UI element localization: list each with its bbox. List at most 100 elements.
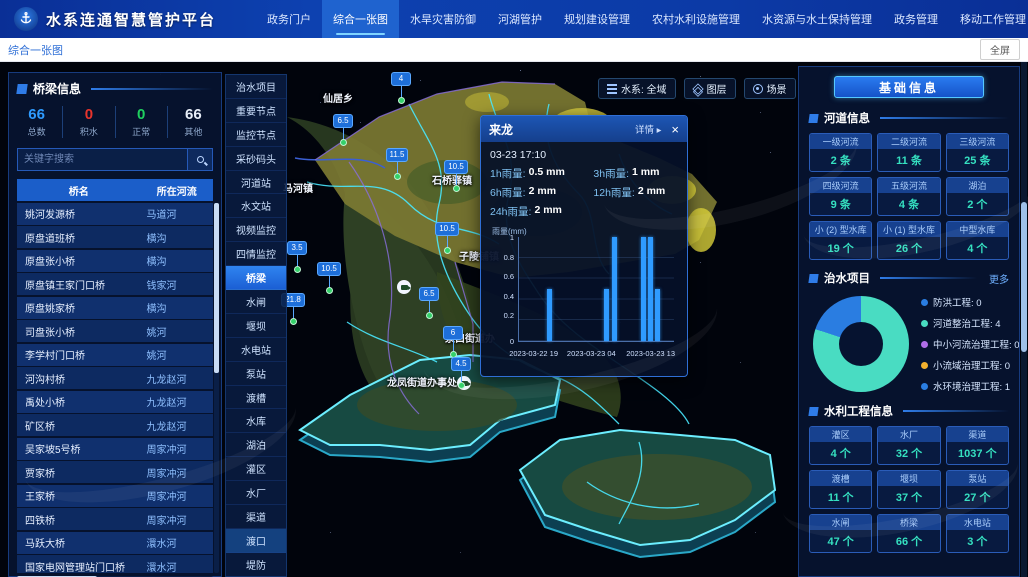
table-row[interactable]: 王家桥周家冲河 xyxy=(17,485,213,507)
layer-item-hydropower[interactable]: 水电站 xyxy=(226,338,286,362)
bridge-info-panel: 桥梁信息 66总数 0积水 0正常 66其他 桥名 所在河流 姚河发源桥马道河 xyxy=(8,72,222,577)
popup-detail-link[interactable]: 详情 ▸ xyxy=(635,122,661,136)
chart-bar xyxy=(604,289,609,341)
layer-item-sluice[interactable]: 水闸 xyxy=(226,290,286,314)
nav-item-river-care[interactable]: 河湖管护 xyxy=(487,0,553,38)
layer-item-hydro-station[interactable]: 水文站 xyxy=(226,194,286,218)
search-bar xyxy=(17,148,213,171)
layer-item-bridge[interactable]: 桥梁 xyxy=(226,266,286,290)
layer-item-monitor-nodes[interactable]: 监控节点 xyxy=(226,123,286,147)
table-row[interactable]: 马跃大桥澴水河 xyxy=(17,532,213,554)
layer-item-pump[interactable]: 泵站 xyxy=(226,362,286,386)
layer-item-condition[interactable]: 四情监控 xyxy=(226,242,286,266)
basic-info-button[interactable]: 基础信息 xyxy=(834,76,984,98)
table-row[interactable]: 司盘张小桥姚河 xyxy=(17,320,213,342)
station-dot-icon xyxy=(326,287,333,294)
more-link[interactable]: 更多 xyxy=(989,271,1009,286)
table-row[interactable]: 姚河发源桥马道河 xyxy=(17,203,213,225)
search-button[interactable] xyxy=(187,148,213,171)
nav-item-portal[interactable]: 政务门户 xyxy=(256,0,322,38)
layer-item-weir[interactable]: 堰坝 xyxy=(226,314,286,338)
info-card: 四级河流9 条 xyxy=(809,177,872,216)
station-marker[interactable]: 6.5 xyxy=(329,110,357,146)
layer-item-dike[interactable]: 堤防 xyxy=(226,553,286,577)
table-row[interactable]: 李学村门口桥姚河 xyxy=(17,344,213,366)
nav-item-planning[interactable]: 规划建设管理 xyxy=(553,0,641,38)
layer-item-video[interactable]: 视频监控 xyxy=(226,218,286,242)
scrollbar-thumb[interactable] xyxy=(214,203,219,373)
layers-icon xyxy=(692,83,703,94)
layer-item-irrigation[interactable]: 灌区 xyxy=(226,457,286,481)
info-card: 一级河流2 条 xyxy=(809,133,872,172)
section-marker-icon xyxy=(16,84,27,94)
window-scrollbar[interactable] xyxy=(1021,62,1027,577)
layer-item-channel[interactable]: 渠道 xyxy=(226,505,286,529)
fullscreen-button[interactable]: 全屏 xyxy=(980,39,1020,60)
layer-item-reservoir[interactable]: 水库 xyxy=(226,409,286,433)
nav-item-flood[interactable]: 水旱灾害防御 xyxy=(399,0,487,38)
breadcrumb[interactable]: 综合一张图 xyxy=(8,42,63,58)
table-row[interactable]: 原盘张小桥横沟 xyxy=(17,250,213,272)
layer-item-aqueduct[interactable]: 渡槽 xyxy=(226,386,286,410)
starfield-background xyxy=(0,62,1,63)
nav-item-one-map[interactable]: 综合一张图 xyxy=(322,0,399,38)
station-marker[interactable]: 10.5 xyxy=(442,156,470,192)
rainfall-stats: 1h雨量:0.5 mm 3h雨量:1 mm 6h雨量:2 mm 12h雨量:2 … xyxy=(490,166,678,219)
town-label: 仙居乡 xyxy=(323,90,353,105)
table-row[interactable]: 矿区桥九龙赵河 xyxy=(17,414,213,436)
water-system-selector[interactable]: 水系: 全域 xyxy=(598,78,676,99)
water-projects-header: 治水项目 更多 xyxy=(799,262,1019,291)
legend-item: 防洪工程: 0 xyxy=(921,295,1020,309)
layers-button[interactable]: 图层 xyxy=(684,78,736,99)
nav-item-water-resource[interactable]: 水资源与水土保持管理 xyxy=(751,0,883,38)
table-header: 桥名 所在河流 xyxy=(17,179,213,201)
table-scrollbar[interactable] xyxy=(214,203,219,573)
station-dot-icon xyxy=(394,173,401,180)
water-works-header: 水利工程信息 xyxy=(799,395,1019,424)
chart-bar xyxy=(648,237,653,341)
table-row[interactable]: 吴家坡5号桥周家冲河 xyxy=(17,438,213,460)
nav-item-gov-admin[interactable]: 政务管理 xyxy=(883,0,949,38)
table-row[interactable]: 河沟村桥九龙赵河 xyxy=(17,367,213,389)
table-row[interactable]: 原盘道班桥横沟 xyxy=(17,226,213,248)
station-popup: 来龙 详情 ▸ × 03-23 17:10 1h雨量:0.5 mm 3h雨量:1… xyxy=(480,115,688,377)
legend-item: 水环境治理工程: 1 xyxy=(921,379,1020,393)
layer-item-projects[interactable]: 治水项目 xyxy=(226,75,286,99)
station-marker[interactable]: 4 xyxy=(387,68,415,104)
station-marker[interactable]: 3.5 xyxy=(283,237,311,273)
works-cards: 灌区4 个 水厂32 个 渠道1037 个 渡槽11 个 堰坝37 个 泵站27… xyxy=(809,426,1009,553)
basic-info-panel: 基础信息 河道信息 一级河流2 条 二级河流11 条 三级河流25 条 四级河流… xyxy=(798,66,1020,577)
station-marker[interactable]: 6.5 xyxy=(415,283,443,319)
header-divider xyxy=(903,410,1009,412)
table-row[interactable]: 禹处小桥九龙赵河 xyxy=(17,391,213,413)
scrollbar-thumb[interactable] xyxy=(1021,202,1027,352)
nav-item-rural-facility[interactable]: 农村水利设施管理 xyxy=(641,0,751,38)
layer-menu: 治水项目 重要节点 监控节点 采砂码头 河道站 水文站 视频监控 四情监控 桥梁… xyxy=(225,74,287,577)
nav-item-mobile-work[interactable]: 移动工作管理 xyxy=(949,0,1028,38)
camera-marker-icon[interactable] xyxy=(397,280,411,294)
layer-item-waterworks[interactable]: 水厂 xyxy=(226,481,286,505)
station-marker[interactable]: 10.5 xyxy=(315,258,343,294)
table-row[interactable]: 贾家桥周家冲河 xyxy=(17,461,213,483)
station-marker[interactable]: 10.5 xyxy=(433,218,461,254)
popup-body: 03-23 17:10 1h雨量:0.5 mm 3h雨量:1 mm 6h雨量:2… xyxy=(481,142,687,363)
table-row[interactable]: 原盘姚家桥横沟 xyxy=(17,297,213,319)
layer-item-key-nodes[interactable]: 重要节点 xyxy=(226,99,286,123)
info-card: 湖泊2 个 xyxy=(946,177,1009,216)
layer-item-lake[interactable]: 湖泊 xyxy=(226,433,286,457)
rain-stat: 12h雨量:2 mm xyxy=(593,185,678,200)
station-marker[interactable]: 11.5 xyxy=(383,144,411,180)
scene-button[interactable]: 场景 xyxy=(744,78,796,99)
info-card: 灌区4 个 xyxy=(809,426,872,465)
layer-item-river-station[interactable]: 河道站 xyxy=(226,171,286,195)
search-input[interactable] xyxy=(17,148,187,171)
layer-item-sand-dock[interactable]: 采砂码头 xyxy=(226,147,286,171)
breadcrumb-bar: 综合一张图 全屏 xyxy=(0,38,1028,62)
table-row[interactable]: 四铁桥周家冲河 xyxy=(17,508,213,530)
station-marker[interactable]: 4.5 xyxy=(447,353,475,389)
table-row[interactable]: 国家电网管理站门口桥澴水河 xyxy=(17,555,213,573)
table-row[interactable]: 原盘镇王家门口桥钱家河 xyxy=(17,273,213,295)
close-icon[interactable]: × xyxy=(671,123,679,136)
layer-item-ferry[interactable]: 渡口 xyxy=(226,529,286,553)
info-card: 渠道1037 个 xyxy=(946,426,1009,465)
